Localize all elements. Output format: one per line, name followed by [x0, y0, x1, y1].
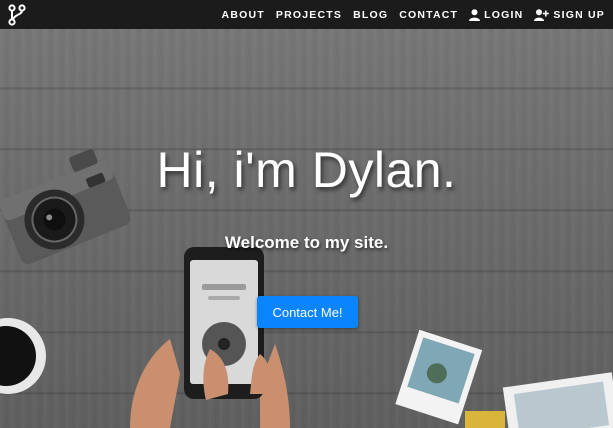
hero-title: Hi, i'm Dylan.: [156, 142, 457, 198]
contact-me-button[interactable]: Contact Me!: [257, 296, 358, 328]
nav-link-contact[interactable]: CONTACT: [399, 9, 458, 21]
nav-link-label: CONTACT: [399, 8, 459, 21]
nav-link-blog[interactable]: BLOG: [353, 9, 388, 21]
nav-link-about[interactable]: ABOUT: [222, 9, 265, 21]
nav-link-login[interactable]: LOGIN: [469, 9, 523, 21]
nav-link-label: PROJECTS: [275, 8, 343, 21]
nav-link-label: LOGIN: [484, 8, 524, 21]
navbar: ABOUT PROJECTS BLOG CONTACT LOGIN SIGN U…: [0, 0, 613, 29]
nav-link-projects[interactable]: PROJECTS: [276, 9, 342, 21]
nav-link-signup[interactable]: SIGN UP: [534, 9, 605, 21]
user-plus-icon: [534, 8, 550, 21]
nav-link-label: BLOG: [353, 8, 389, 21]
nav-link-label: ABOUT: [221, 8, 265, 21]
user-icon: [469, 8, 481, 21]
fork-logo-icon: [8, 3, 26, 26]
hero-subtitle: Welcome to my site.: [224, 233, 389, 252]
brand-logo[interactable]: [6, 3, 28, 26]
nav-link-label: SIGN UP: [553, 8, 605, 21]
hero-section: Hi, i'm Dylan. Welcome to my site. Conta…: [0, 29, 613, 428]
nav-links: ABOUT PROJECTS BLOG CONTACT LOGIN SIGN U…: [211, 9, 605, 21]
hero-content: Hi, i'm Dylan. Welcome to my site. Conta…: [0, 29, 613, 428]
